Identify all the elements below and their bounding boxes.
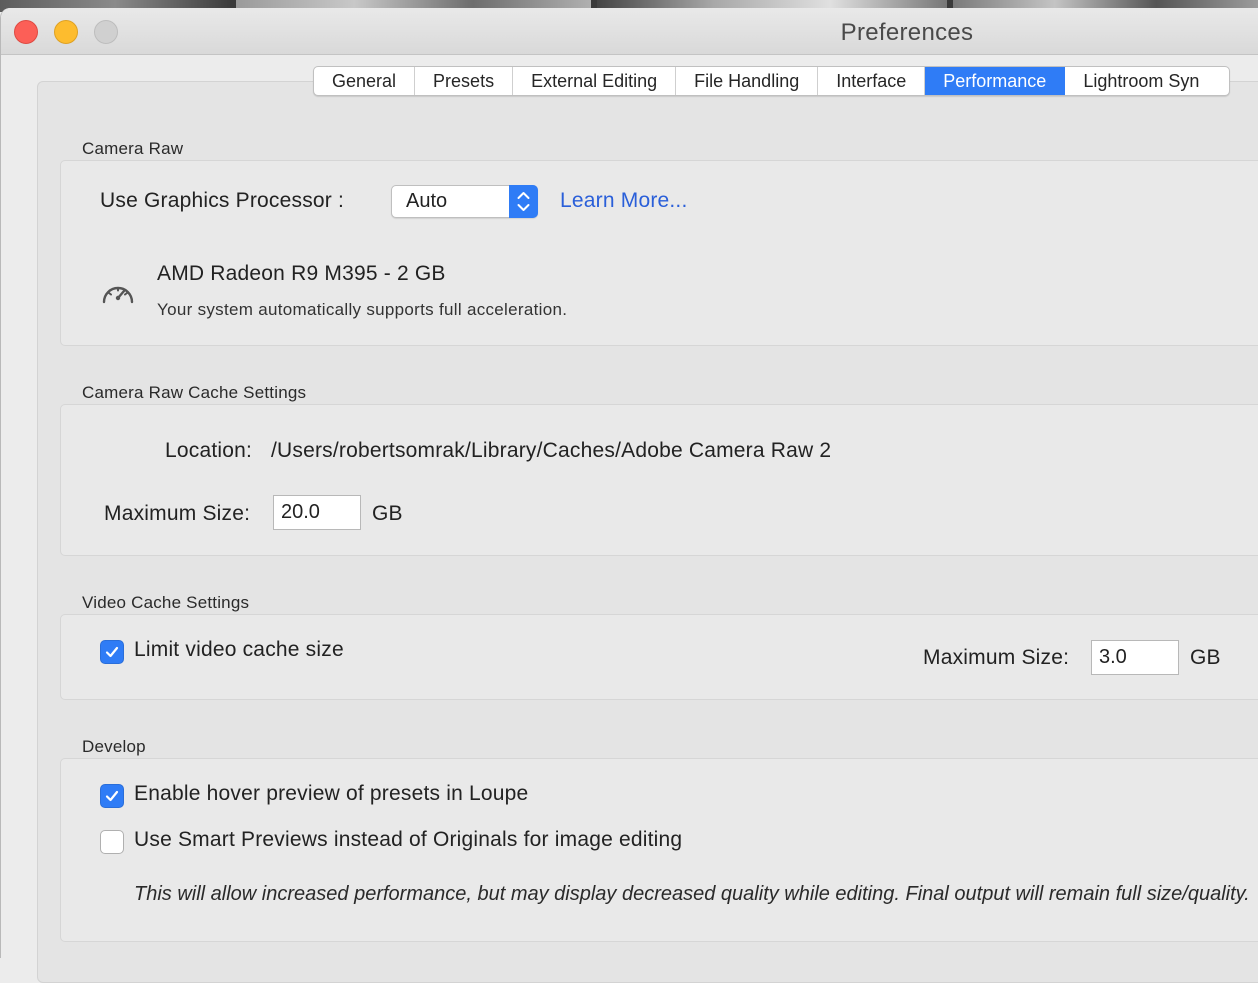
cache-section-label: Camera Raw Cache Settings (82, 383, 307, 402)
tab-presets[interactable]: Presets (415, 67, 514, 95)
develop-section-label: Develop (82, 737, 146, 756)
checkmark-icon (105, 790, 119, 802)
gpu-status-text: Your system automatically supports full … (157, 300, 568, 319)
hover-preview-checkbox[interactable] (100, 784, 124, 808)
minimize-window-button[interactable] (54, 20, 78, 44)
gpu-popup-select[interactable]: Auto (391, 185, 538, 218)
tab-lightroom-sync[interactable]: Lightroom Syn (1065, 67, 1229, 95)
limit-video-cache-checkbox[interactable] (100, 640, 124, 664)
checkmark-icon (105, 646, 119, 658)
close-window-button[interactable] (14, 20, 38, 44)
video-max-size-label: Maximum Size: (923, 646, 1070, 669)
cache-max-size-input[interactable]: 20.0 (273, 495, 361, 530)
cache-unit: GB (372, 502, 403, 525)
video-cache-unit: GB (1190, 646, 1221, 669)
cache-location-label: Location: (165, 439, 253, 462)
camera-raw-section-label: Camera Raw (82, 139, 184, 158)
tab-performance[interactable]: Performance (925, 67, 1066, 95)
preferences-tab-bar: General Presets External Editing File Ha… (313, 66, 1231, 96)
smart-previews-checkbox[interactable] (100, 830, 124, 854)
cache-max-size-label: Maximum Size: (104, 502, 251, 525)
hover-preview-label[interactable]: Enable hover preview of presets in Loupe (134, 782, 528, 806)
learn-more-link[interactable]: Learn More... (560, 189, 688, 213)
zoom-window-button[interactable] (94, 20, 118, 44)
limit-video-cache-label[interactable]: Limit video cache size (134, 638, 344, 662)
smart-previews-note: This will allow increased performance, b… (134, 883, 1250, 905)
tab-file-handling[interactable]: File Handling (676, 67, 819, 95)
tab-general[interactable]: General (314, 67, 416, 95)
video-cache-section-label: Video Cache Settings (82, 593, 250, 612)
popup-arrows-icon (509, 185, 538, 218)
cache-group (60, 404, 1258, 556)
smart-previews-label[interactable]: Use Smart Previews instead of Originals … (134, 828, 682, 852)
speedometer-icon (102, 286, 134, 304)
tab-interface[interactable]: Interface (818, 67, 926, 95)
window-title: Preferences (840, 19, 974, 46)
cache-location-path: /Users/robertsomrak/Library/Caches/Adobe… (271, 439, 832, 462)
gpu-name: AMD Radeon R9 M395 - 2 GB (157, 262, 446, 285)
gpu-label: Use Graphics Processor : (100, 189, 345, 212)
tab-external-editing[interactable]: External Editing (513, 67, 677, 95)
video-max-size-input[interactable]: 3.0 (1091, 640, 1179, 675)
title-bar[interactable]: Preferences (1, 8, 1258, 55)
gpu-popup-value: Auto (406, 190, 448, 212)
